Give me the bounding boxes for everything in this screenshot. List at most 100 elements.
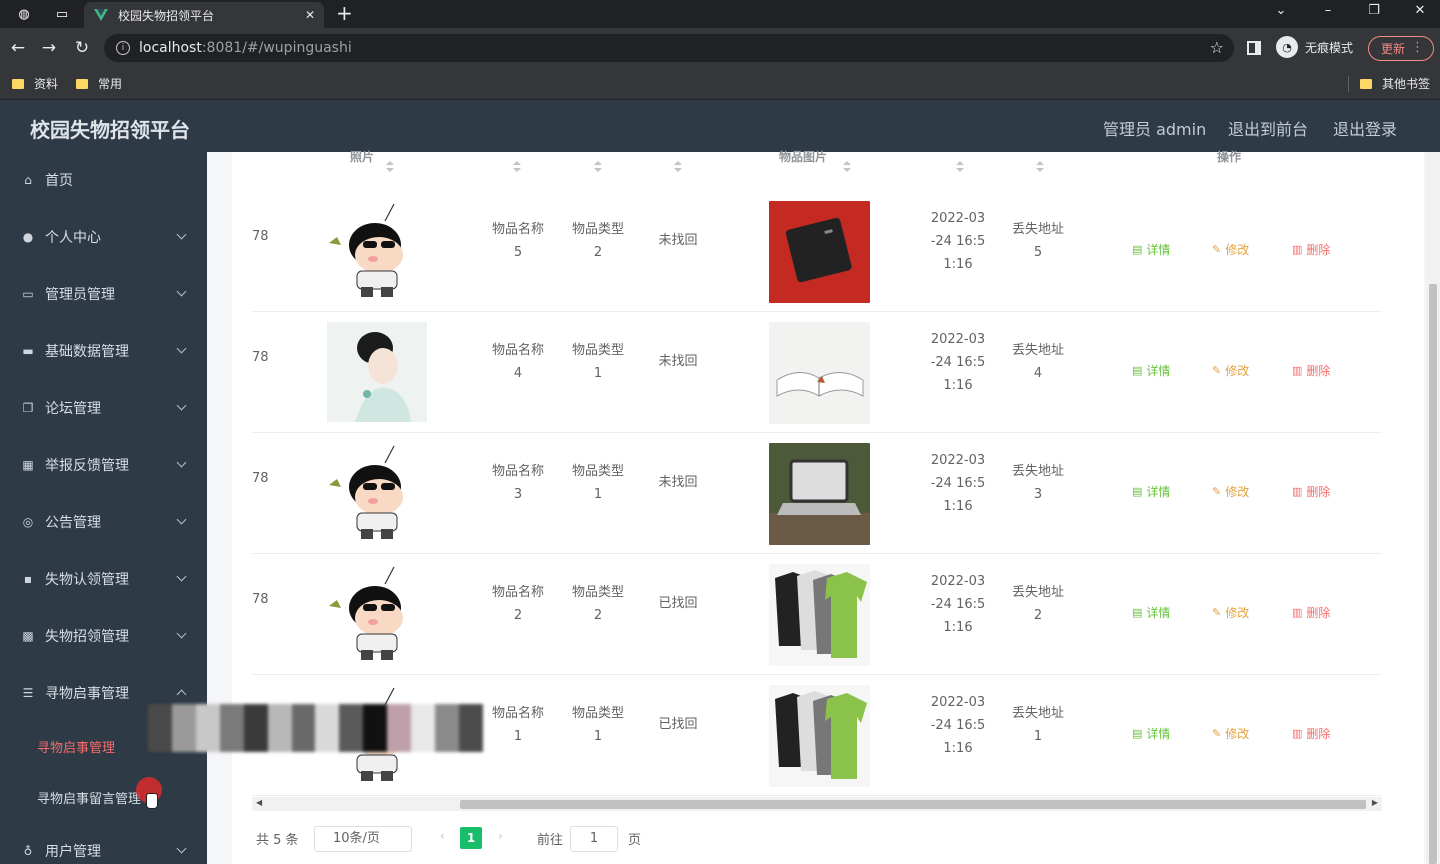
scroll-left-icon[interactable]: ◀	[256, 798, 262, 807]
sidebar-item-notices[interactable]: ◎ 公告管理	[0, 502, 207, 542]
window-icon[interactable]: ▭	[52, 4, 72, 24]
column-photo[interactable]: 照片	[350, 148, 374, 165]
back-icon[interactable]: ←	[7, 37, 29, 59]
item-type: 物品类型 1	[571, 343, 624, 381]
delete-button[interactable]: ▥ 删除	[1292, 483, 1330, 500]
tab-close-icon[interactable]: ✕	[296, 8, 324, 22]
item-type: 物品类型 1	[571, 464, 624, 502]
horizontal-scroll-thumb[interactable]	[460, 800, 1366, 809]
reload-icon[interactable]: ↻	[71, 37, 93, 59]
document-icon: ▤	[1132, 364, 1143, 377]
edit-button[interactable]: ✎ 修改	[1212, 604, 1249, 621]
detail-button[interactable]: ▤ 详情	[1132, 362, 1170, 379]
vertical-scroll-thumb[interactable]	[1429, 284, 1437, 864]
sort-icon[interactable]	[1036, 161, 1044, 173]
chevron-down-icon	[176, 343, 187, 354]
prev-page-icon[interactable]: ‹	[440, 829, 445, 843]
sidebar-item-label: 举报反馈管理	[45, 458, 129, 474]
url-field[interactable]: i localhost:8081/#/wupinguashi ☆	[104, 34, 1234, 62]
update-button[interactable]: 更新 ⋮	[1368, 36, 1434, 61]
edit-button[interactable]: ✎ 修改	[1212, 725, 1249, 742]
new-tab-icon[interactable]: +	[336, 2, 353, 24]
sidebar-item-profile[interactable]: ● 个人中心	[0, 217, 207, 257]
sort-icon[interactable]	[513, 161, 521, 173]
vertical-scrollbar[interactable]	[1426, 152, 1440, 864]
bookmark-folder-other[interactable]: 其他书签	[1360, 75, 1430, 92]
sort-icon[interactable]	[594, 161, 602, 173]
pagination-total: 共 5 条	[256, 833, 299, 848]
sort-icon[interactable]	[956, 161, 964, 173]
sidebar-item-label: 管理员管理	[45, 287, 115, 303]
logout-link[interactable]: 退出登录	[1333, 116, 1397, 140]
item-date: 2022-03 -24 16:5 1:16	[930, 453, 986, 514]
detail-button[interactable]: ▤ 详情	[1132, 604, 1170, 621]
column-ops: 操作	[1217, 150, 1242, 164]
sidebar-item-claims[interactable]: ▪ 失物认领管理	[0, 559, 207, 599]
goto-page-input[interactable]: 1	[570, 826, 618, 852]
tab-search-icon[interactable]: ⌄	[1271, 3, 1291, 18]
browser-tab[interactable]: 校园失物招领平台 ✕	[84, 2, 324, 28]
avatar-cartoon	[329, 203, 403, 297]
delete-button[interactable]: ▥ 删除	[1292, 362, 1330, 379]
minimize-icon[interactable]: –	[1318, 3, 1338, 18]
sort-icon[interactable]	[843, 161, 851, 173]
chevron-down-icon	[176, 571, 187, 582]
detail-button[interactable]: ▤ 详情	[1132, 725, 1170, 742]
next-page-icon[interactable]: ›	[498, 829, 503, 843]
address-bar-row: ← → ↻ i localhost:8081/#/wupinguashi ☆ ◔…	[0, 28, 1440, 68]
avatar-cartoon	[329, 445, 403, 539]
sidebar-item-reports[interactable]: ▦ 举报反馈管理	[0, 445, 207, 485]
bookmark-label: 常用	[98, 77, 123, 91]
user-icon: ●	[22, 230, 34, 244]
bookmark-star-icon[interactable]: ☆	[1210, 38, 1224, 57]
sidebar-item-basedata[interactable]: ▬ 基础数据管理	[0, 331, 207, 371]
to-front-link[interactable]: 退出到前台	[1228, 116, 1308, 140]
browser-menu-icon[interactable]: ◍	[14, 4, 34, 24]
bookmark-folder-changyong[interactable]: 常用	[76, 75, 122, 92]
side-panel-icon[interactable]	[1247, 41, 1261, 55]
scroll-right-icon[interactable]: ▶	[1372, 798, 1378, 807]
row-id-fragment: 78	[252, 471, 269, 486]
detail-button[interactable]: ▤ 详情	[1132, 483, 1170, 500]
sort-icon[interactable]	[386, 161, 394, 173]
item-photo-shirts	[769, 685, 870, 787]
bookmark-folder-ziliao[interactable]: 资料	[12, 75, 58, 92]
page-suffix: 页	[628, 833, 642, 848]
page-size-select[interactable]: 10条/页	[314, 826, 412, 852]
item-date: 2022-03 -24 16:5 1:16	[930, 332, 986, 393]
chevron-down-icon	[176, 400, 187, 411]
delete-button[interactable]: ▥ 删除	[1292, 725, 1330, 742]
site-info-icon[interactable]: i	[116, 41, 130, 55]
sidebar-item-admins[interactable]: ▭ 管理员管理	[0, 274, 207, 314]
incognito-indicator[interactable]: ◔ 无痕模式	[1276, 36, 1353, 58]
sidebar-item-users[interactable]: ♁ 用户管理	[0, 831, 207, 864]
edit-icon: ✎	[1212, 727, 1222, 740]
item-address: 丢失地址 2	[1011, 585, 1064, 623]
horizontal-scrollbar[interactable]: ◀ ▶	[252, 797, 1382, 811]
submenu-lost-notice-comments[interactable]: 寻物启事留言管理	[0, 777, 207, 817]
forward-icon[interactable]: →	[38, 37, 60, 59]
sort-icon[interactable]	[674, 161, 682, 173]
sidebar-item-home[interactable]: ⌂ 首页	[0, 160, 207, 200]
item-type: 物品类型 1	[571, 706, 624, 744]
row-id-fragment: 78	[252, 350, 269, 365]
detail-button[interactable]: ▤ 详情	[1132, 241, 1170, 258]
sidebar-item-forum[interactable]: ❐ 论坛管理	[0, 388, 207, 428]
edit-button[interactable]: ✎ 修改	[1212, 241, 1249, 258]
table-row: 78 物品名称 4 物品类型 1 未找回 2022-03 -24 16:5 1:…	[252, 312, 1382, 433]
item-address: 丢失地址 5	[1011, 222, 1064, 260]
item-type: 物品类型 2	[571, 222, 624, 260]
delete-button[interactable]: ▥ 删除	[1292, 604, 1330, 621]
column-item-photo[interactable]: 物品图片	[779, 148, 827, 165]
sidebar-item-label: 个人中心	[45, 230, 101, 246]
page-number-current[interactable]: 1	[460, 827, 482, 849]
sidebar-item-found[interactable]: ▩ 失物招领管理	[0, 616, 207, 656]
item-photo-laptop	[769, 443, 870, 545]
restore-icon[interactable]: ❐	[1364, 3, 1384, 18]
delete-button[interactable]: ▥ 删除	[1292, 241, 1330, 258]
edit-icon: ✎	[1212, 485, 1222, 498]
edit-button[interactable]: ✎ 修改	[1212, 483, 1249, 500]
item-status: 未找回	[658, 475, 698, 490]
window-close-icon[interactable]: ✕	[1410, 3, 1430, 18]
edit-button[interactable]: ✎ 修改	[1212, 362, 1249, 379]
